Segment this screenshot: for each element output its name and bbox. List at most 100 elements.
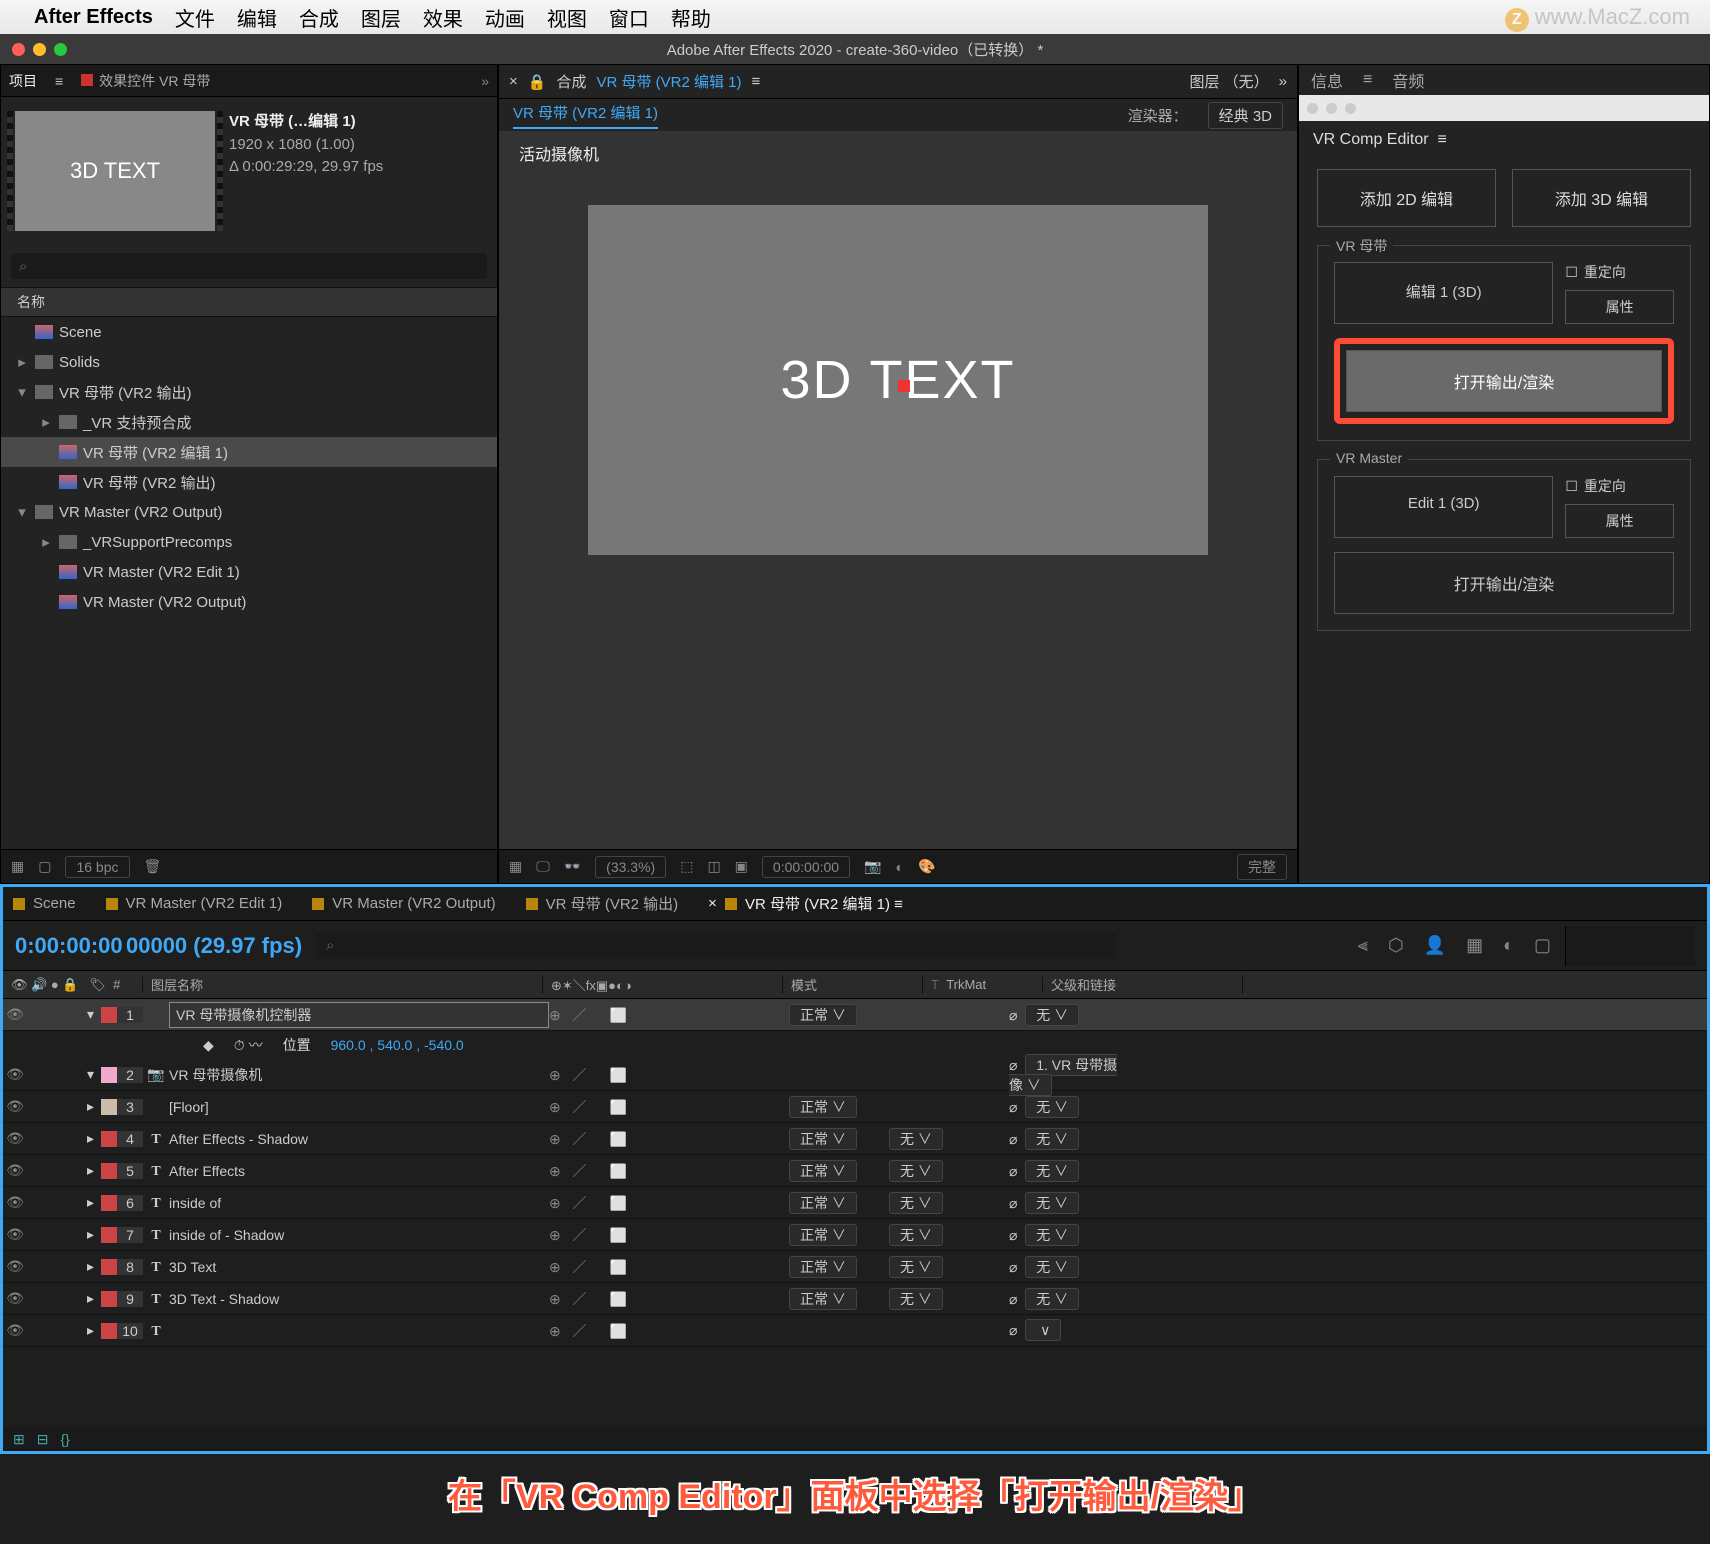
col-parent[interactable]: 父级和链接 [1043, 975, 1243, 994]
floating-window-titlebar[interactable] [1299, 95, 1709, 121]
panel-menu-icon[interactable]: ≡ [1363, 71, 1372, 89]
resolution-dropdown[interactable]: 完整 [1237, 854, 1287, 880]
color-mgmt-icon[interactable]: 🎨 [918, 858, 935, 875]
expand-icon[interactable]: {} [60, 1431, 69, 1447]
project-item[interactable]: VR 母带 (VR2 编辑 1) [1, 437, 497, 467]
properties-button-2[interactable]: 属性 [1565, 504, 1674, 538]
panel-menu-icon[interactable]: ≡ [752, 73, 761, 90]
reorient-checkbox-2[interactable]: ☐ [1565, 478, 1578, 495]
snapshot-icon[interactable]: 📷 [864, 858, 881, 875]
menu-edit[interactable]: 编辑 [237, 3, 277, 32]
project-item[interactable]: ▾VR Master (VR2 Output) [1, 497, 497, 527]
roi-icon[interactable]: ◫ [707, 858, 720, 875]
graph-editor-icon[interactable]: ▢ [1534, 935, 1551, 956]
tab-info[interactable]: 信息 [1311, 68, 1343, 92]
tab-layer[interactable]: 图层 （无） [1189, 71, 1268, 92]
col-mode[interactable]: 模式 [783, 975, 923, 994]
col-layer-name[interactable]: 图层名称 [143, 975, 543, 994]
timeline-ruler[interactable] [1565, 926, 1695, 966]
layer-row[interactable]: 👁 ▸ 6 T inside of ⊕ ／ ⬜ 正常 ∨ 无 ∨ ⌀ 无 ∨ [3, 1187, 1707, 1219]
menu-view[interactable]: 视图 [547, 3, 587, 32]
column-name-header[interactable]: 名称 [1, 287, 497, 317]
timeline-tab[interactable]: VR Master (VR2 Output) [312, 895, 495, 912]
open-output-render-button[interactable]: 打开输出/渲染 [1346, 350, 1662, 412]
tab-effect-controls[interactable]: 效果控件 VR 母带 [81, 71, 210, 91]
zoom-dropdown[interactable]: (33.3%) [595, 856, 666, 878]
motion-blur-icon[interactable]: ◐ [1503, 935, 1514, 956]
lock-icon[interactable]: 🔒 [528, 73, 547, 91]
preview-time[interactable]: 0:00:00:00 [762, 856, 850, 878]
panel-overflow-icon[interactable]: » [481, 73, 489, 89]
comp-name-link[interactable]: VR 母带 (VR2 编辑 1) [596, 71, 741, 92]
layer-row[interactable]: 👁 ▸ 5 T After Effects ⊕ ／ ⬜ 正常 ∨ 无 ∨ ⌀ 无… [3, 1155, 1707, 1187]
draft3d-icon[interactable]: ⬡ [1388, 935, 1404, 956]
show-channel-icon[interactable]: ◐ [896, 859, 904, 875]
project-item[interactable]: VR 母带 (VR2 输出) [1, 467, 497, 497]
layer-row[interactable]: 👁 ▸ 10 T ⊕ ／ ⬜ ⌀ ∨ [3, 1315, 1707, 1347]
project-item[interactable]: ▸_VR 支持预合成 [1, 407, 497, 437]
project-item[interactable]: ▾VR 母带 (VR2 输出) [1, 377, 497, 407]
layer-row[interactable]: 👁 ▸ 7 T inside of - Shadow ⊕ ／ ⬜ 正常 ∨ 无 … [3, 1219, 1707, 1251]
trash-icon[interactable]: 🗑 [144, 858, 162, 875]
menu-window[interactable]: 窗口 [609, 3, 649, 32]
menu-composition[interactable]: 合成 [299, 3, 339, 32]
channel-icon[interactable]: ⬚ [680, 858, 693, 875]
layer-row[interactable]: 👁 ▸ 9 T 3D Text - Shadow ⊕ ／ ⬜ 正常 ∨ 无 ∨ … [3, 1283, 1707, 1315]
edit-1-3d-button[interactable]: 编辑 1 (3D) [1334, 262, 1553, 324]
timeline-tab[interactable]: Scene [13, 895, 76, 912]
add-3d-edit-button[interactable]: 添加 3D 编辑 [1512, 169, 1691, 227]
shy-icon[interactable]: 👤 [1424, 935, 1446, 956]
comp-mini-flowchart-icon[interactable]: ⫷ [1358, 935, 1368, 956]
frame-blend-icon[interactable]: ▦ [1466, 935, 1483, 956]
menu-file[interactable]: 文件 [175, 3, 215, 32]
project-bottombar: ▦ ▢ 16 bpc 🗑 [1, 849, 497, 883]
timeline-search-input[interactable]: ⌕ [316, 933, 1116, 959]
comp-thumbnail[interactable]: 3D TEXT [15, 111, 215, 231]
interpret-icon[interactable]: ▦ [11, 858, 24, 875]
project-search-input[interactable]: ⌕ [11, 253, 487, 279]
project-item[interactable]: ▸Solids [1, 347, 497, 377]
layer-row[interactable]: 👁 ▸ 3 [Floor] ⊕ ／ ⬜ 正常 ∨ ⌀ 无 ∨ [3, 1091, 1707, 1123]
comp-breadcrumb[interactable]: VR 母带 (VR2 编辑 1) [513, 102, 658, 129]
tab-audio[interactable]: 音频 [1392, 68, 1424, 92]
add-2d-edit-button[interactable]: 添加 2D 编辑 [1317, 169, 1496, 227]
panel-menu-icon[interactable]: ≡ [55, 73, 63, 89]
bpc-button[interactable]: 16 bpc [65, 856, 129, 878]
menu-help[interactable]: 帮助 [671, 3, 711, 32]
layer-row[interactable]: 👁 ▸ 8 T 3D Text ⊕ ／ ⬜ 正常 ∨ 无 ∨ ⌀ 无 ∨ [3, 1251, 1707, 1283]
layer-row[interactable]: 👁 ▾ 2 📷 VR 母带摄像机 ⊕ ／ ⬜ ⌀ 1. VR 母带摄像 ∨ [3, 1059, 1707, 1091]
project-tree[interactable]: Scene▸Solids▾VR 母带 (VR2 输出)▸_VR 支持预合成VR … [1, 317, 497, 849]
mask-icon[interactable]: 👓 [564, 858, 581, 875]
tab-project[interactable]: 项目 [9, 71, 37, 91]
toggle-modes-icon[interactable]: ⊟ [37, 1431, 49, 1448]
layer-row[interactable]: 👁 ▾ 1 VR 母带摄像机控制器 ⊕ ／ ⬜ 正常 ∨ ⌀ 无 ∨ [3, 999, 1707, 1031]
panel-overflow-icon[interactable]: » [1279, 73, 1287, 90]
reorient-checkbox[interactable]: ☐ [1565, 264, 1578, 281]
panel-menu-icon[interactable]: ≡ [1437, 131, 1446, 148]
transparency-icon[interactable]: ▣ [735, 858, 748, 875]
renderer-dropdown[interactable]: 经典 3D [1208, 102, 1283, 129]
project-panel: 项目 ≡ 效果控件 VR 母带 » 3D TEXT VR 母带 (…编辑 1) … [0, 64, 498, 884]
project-item[interactable]: VR Master (VR2 Output) [1, 587, 497, 617]
timeline-tab[interactable]: VR Master (VR2 Edit 1) [106, 895, 283, 912]
grid-icon[interactable]: ▦ [509, 858, 522, 875]
open-output-render-button-2[interactable]: 打开输出/渲染 [1334, 552, 1674, 614]
layer-row[interactable]: 👁 ▸ 4 T After Effects - Shadow ⊕ ／ ⬜ 正常 … [3, 1123, 1707, 1155]
timecode-display[interactable]: 0:00:00:00 00000 (29.97 fps) [15, 933, 302, 959]
project-item[interactable]: VR Master (VR2 Edit 1) [1, 557, 497, 587]
composition-viewport[interactable]: 3D TEXT [588, 205, 1208, 555]
menu-effect[interactable]: 效果 [423, 3, 463, 32]
edit-1-3d-button-2[interactable]: Edit 1 (3D) [1334, 476, 1553, 538]
properties-button[interactable]: 属性 [1565, 290, 1674, 324]
timeline-layers[interactable]: 👁 ▾ 1 VR 母带摄像机控制器 ⊕ ／ ⬜ 正常 ∨ ⌀ 无 ∨◆⏱ 〰位置… [3, 999, 1707, 1427]
menu-layer[interactable]: 图层 [361, 3, 401, 32]
monitor-icon[interactable]: 🖵 [536, 858, 550, 875]
new-bin-icon[interactable]: ▢ [38, 858, 51, 875]
timeline-tab[interactable]: × VR 母带 (VR2 编辑 1) ≡ [708, 893, 903, 914]
menu-animation[interactable]: 动画 [485, 3, 525, 32]
timeline-tab[interactable]: VR 母带 (VR2 输出) [526, 893, 679, 914]
project-item[interactable]: Scene [1, 317, 497, 347]
project-item[interactable]: ▸_VRSupportPrecomps [1, 527, 497, 557]
close-tab-icon[interactable]: × [509, 73, 518, 90]
toggle-switches-icon[interactable]: ⊞ [13, 1431, 25, 1448]
